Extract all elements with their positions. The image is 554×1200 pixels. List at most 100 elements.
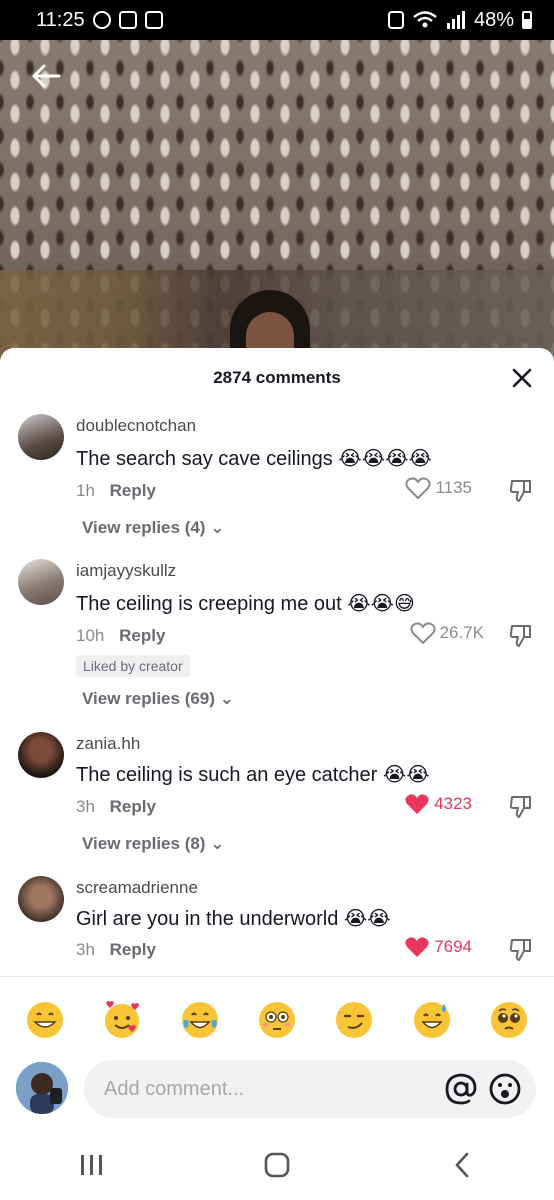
comment-text: The ceiling is such an eye catcher 😭😭 [76,762,430,787]
comment-text-body: The ceiling is creeping me out [76,593,342,615]
chevron-down-icon: ⌄ [219,689,234,708]
composer-divider [0,976,554,977]
emoji-pleading-button[interactable] [487,998,531,1042]
comment-input[interactable] [104,1077,424,1101]
comment-username[interactable]: screamadrienne [76,878,198,898]
comment-age: 3h [76,797,95,816]
comment-text: The ceiling is creeping me out 😭😭😅 [76,591,415,616]
comment-meta: 3h Reply [76,940,156,960]
sheet-header: 2874 comments [0,348,554,408]
comment-emojis: 😭😭 [343,906,391,930]
avatar[interactable] [18,732,64,778]
close-button[interactable] [510,366,534,390]
dislike-button[interactable] [508,794,534,820]
view-replies-button[interactable]: View replies (8) ⌄ [82,834,224,854]
reply-button[interactable]: Reply [110,940,156,959]
mention-button[interactable] [444,1072,478,1106]
pleading-emoji-icon [491,1002,528,1038]
home-icon [264,1152,290,1178]
comment-text: The search say cave ceilings 😭😭😭😭 [76,446,432,471]
at-sign-icon [445,1073,477,1105]
system-nav-bar [0,1130,554,1200]
recent-apps-icon [81,1155,103,1175]
comment-item: zania.hh The ceiling is such an eye catc… [0,726,554,866]
view-replies-label: View replies (69) [82,689,215,708]
dislike-button[interactable] [508,478,534,504]
like-button[interactable]: 26.7K [409,621,484,645]
comment-emojis: 😭😭 [382,762,430,786]
cartoon-avatar-icon [16,1062,68,1114]
comment-meta: 1h Reply [76,481,156,501]
signal-icon [446,11,465,29]
home-button[interactable] [247,1140,307,1190]
dislike-button[interactable] [508,937,534,963]
heart-outline-icon [409,622,436,644]
status-bar: 11:25 48% [0,0,554,40]
back-button[interactable] [26,56,66,96]
comment-text-body: Girl are you in the underworld [76,908,339,930]
emoji-smirk-button[interactable] [332,998,376,1042]
flushed-emoji-icon [258,1002,295,1038]
comment-username[interactable]: doublecnotchan [76,416,196,436]
like-button[interactable]: 1135 [405,476,472,500]
comment-username[interactable]: iamjayyskullz [76,561,176,581]
liked-by-creator-badge: Liked by creator [76,655,190,677]
tears-of-joy-icon [181,1002,218,1038]
battery-percent: 48% [473,8,514,31]
thumbs-down-icon [509,939,531,961]
heart-outline-icon [405,477,432,499]
app-notification-icon [118,11,137,29]
comment-item: screamadrienne Girl are you in the under… [0,870,554,970]
comment-username[interactable]: zania.hh [76,734,140,754]
instagram-notification-icon [92,11,111,29]
my-avatar[interactable] [16,1062,68,1114]
wifi-icon [413,11,437,28]
heart-filled-icon [405,794,429,814]
reply-button[interactable]: Reply [119,626,165,645]
avatar[interactable] [18,559,64,605]
like-count: 4323 [434,794,472,813]
emoji-grin-button[interactable] [23,998,67,1042]
like-button[interactable]: 7694 [404,935,472,959]
emoji-hearts-button[interactable] [100,998,144,1042]
battery-icon [522,11,532,29]
reply-button[interactable]: Reply [110,481,156,500]
emoji-picker-button[interactable] [488,1072,522,1106]
dislike-button[interactable] [508,623,534,649]
comment-item: doublecnotchan The search say cave ceili… [0,408,554,548]
avatar[interactable] [18,414,64,460]
comment-meta: 10h Reply [76,626,165,646]
emoji-picker-icon [489,1073,521,1105]
view-replies-button[interactable]: View replies (4) ⌄ [82,518,224,538]
comment-age: 10h [76,626,105,645]
chevron-down-icon: ⌄ [210,518,225,537]
view-replies-label: View replies (4) [82,518,206,537]
comment-age: 3h [76,940,95,959]
emoji-sweat-smile-button[interactable] [410,998,454,1042]
close-icon [512,368,532,388]
gallery-notification-icon [144,11,163,29]
comment-input-box[interactable] [84,1060,536,1118]
like-count: 7694 [434,937,472,956]
comment-meta: 3h Reply [76,797,156,817]
comment-text-body: The search say cave ceilings [76,448,333,470]
reply-button[interactable]: Reply [110,797,156,816]
comments-count-title: 2874 comments [213,368,341,387]
recent-apps-button[interactable] [62,1140,122,1190]
sweat-smile-icon [413,1002,450,1038]
comment-emojis: 😭😭😅 [347,591,415,615]
comment-text: Girl are you in the underworld 😭😭 [76,906,391,931]
like-button[interactable]: 4323 [404,792,472,816]
avatar[interactable] [18,876,64,922]
view-replies-label: View replies (8) [82,834,206,853]
emoji-tears-of-joy-button[interactable] [178,998,222,1042]
heart-filled-icon [405,937,429,957]
arrow-left-icon [32,64,61,88]
emoji-flushed-button[interactable] [255,998,299,1042]
smirk-emoji-icon [336,1002,373,1038]
system-back-button[interactable] [432,1140,492,1190]
thumbs-down-icon [509,480,531,502]
view-replies-button[interactable]: View replies (69) ⌄ [82,689,234,709]
status-left: 11:25 [36,9,163,32]
like-count: 1135 [435,478,472,497]
